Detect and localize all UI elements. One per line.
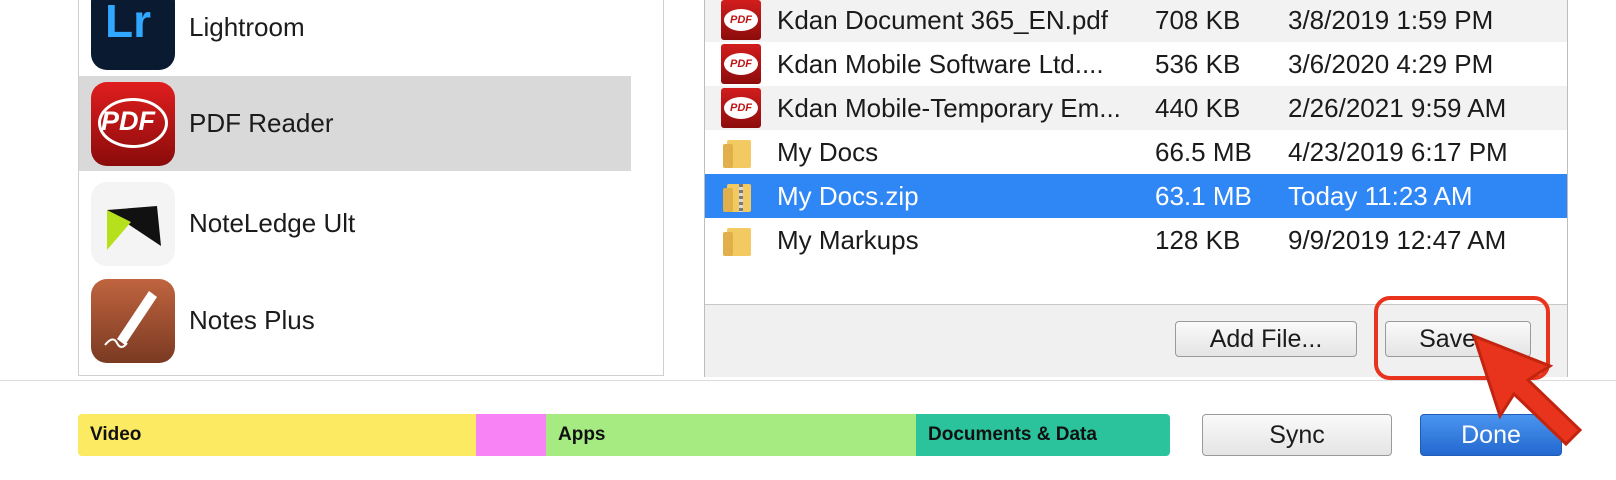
app-name: Notes Plus — [189, 305, 315, 335]
noteledge-icon — [91, 181, 175, 266]
app-item-pdf-reader[interactable]: PDF PDF Reader — [79, 76, 631, 171]
file-name: My Markups — [777, 224, 919, 255]
folder-icon — [721, 132, 763, 172]
notes-plus-icon — [91, 278, 175, 363]
pointer-arrow-icon — [1471, 333, 1583, 447]
table-row[interactable]: PDF Kdan Mobile Software Ltd.... 536 KB … — [705, 42, 1567, 86]
file-date: 4/23/2019 6:17 PM — [1288, 136, 1508, 167]
app-name: PDF Reader — [189, 108, 334, 138]
table-row[interactable]: My Docs 66.5 MB 4/23/2019 6:17 PM — [705, 130, 1567, 174]
zip-file-icon — [721, 176, 763, 216]
pdf-file-icon: PDF — [721, 88, 763, 128]
app-list[interactable]: Lr Lightroom PDF PDF Reader NoteLedge Ul… — [78, 0, 664, 376]
lightroom-icon-text: Lr — [105, 0, 151, 47]
file-size: 66.5 MB — [1155, 136, 1252, 167]
folder-icon — [721, 220, 763, 260]
storage-segment-apps: Apps — [546, 414, 916, 456]
pdf-reader-icon: PDF — [91, 81, 175, 166]
pdf-file-icon: PDF — [721, 0, 763, 40]
file-name: My Docs.zip — [777, 180, 919, 211]
file-table[interactable]: PDF Kdan Document 365_EN.pdf 708 KB 3/8/… — [705, 0, 1567, 262]
file-size: 536 KB — [1155, 48, 1241, 79]
file-date: 2/26/2021 9:59 AM — [1288, 92, 1507, 123]
file-date: 3/8/2019 1:59 PM — [1288, 4, 1494, 35]
storage-segment-documents: Documents & Data — [916, 414, 1170, 456]
pdf-reader-icon-text: PDF — [101, 105, 155, 136]
file-name: My Docs — [777, 136, 879, 167]
table-row-selected[interactable]: My Docs.zip 63.1 MB Today 11:23 AM — [705, 174, 1567, 218]
file-name: Kdan Mobile-Temporary Em... — [777, 92, 1121, 123]
table-row[interactable]: PDF Kdan Document 365_EN.pdf 708 KB 3/8/… — [705, 0, 1567, 42]
storage-usage-bar: Video Apps Documents & Data — [78, 414, 1170, 456]
app-name: Lightroom — [189, 12, 305, 42]
file-name: Kdan Document 365_EN.pdf — [777, 4, 1108, 35]
sync-button[interactable]: Sync — [1202, 414, 1392, 456]
table-row[interactable]: PDF Kdan Mobile-Temporary Em... 440 KB 2… — [705, 86, 1567, 130]
app-item-lightroom[interactable]: Lr Lightroom — [79, 0, 631, 75]
storage-segment-other — [476, 414, 546, 456]
file-date: Today 11:23 AM — [1288, 180, 1473, 211]
file-name: Kdan Mobile Software Ltd.... — [777, 48, 1104, 79]
app-item-noteledge[interactable]: NoteLedge Ult — [79, 176, 631, 271]
pdf-file-icon: PDF — [721, 44, 763, 84]
file-date: 3/6/2020 4:29 PM — [1288, 48, 1494, 79]
file-size: 440 KB — [1155, 92, 1241, 123]
file-size: 128 KB — [1155, 224, 1241, 255]
file-size: 63.1 MB — [1155, 180, 1252, 211]
file-date: 9/9/2019 12:47 AM — [1288, 224, 1507, 255]
table-row[interactable]: My Markups 128 KB 9/9/2019 12:47 AM — [705, 218, 1567, 262]
app-item-notes-plus[interactable]: Notes Plus — [79, 273, 631, 368]
divider — [0, 380, 1616, 381]
add-file-button[interactable]: Add File... — [1175, 321, 1357, 357]
app-name: NoteLedge Ult — [189, 208, 356, 238]
file-size: 708 KB — [1155, 4, 1241, 35]
storage-segment-video: Video — [78, 414, 476, 456]
lightroom-icon: Lr — [91, 0, 175, 70]
